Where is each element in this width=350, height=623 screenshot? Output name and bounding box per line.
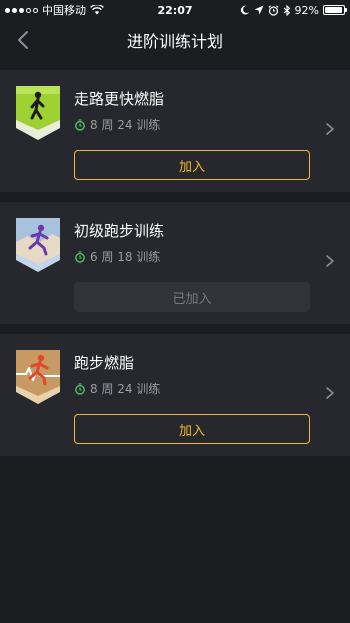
plan-title: 跑步燃脂 bbox=[74, 354, 135, 372]
chevron-right-icon[interactable] bbox=[324, 122, 336, 136]
battery-level-fill bbox=[325, 7, 342, 13]
page-title: 进阶训练计划 bbox=[126, 32, 223, 51]
status-bar: 中国移动 22:07 92% bbox=[0, 0, 350, 20]
plan-title: 初级跑步训练 bbox=[74, 222, 165, 240]
stopwatch-icon bbox=[75, 382, 85, 395]
battery-percent: 92% bbox=[294, 3, 319, 17]
bluetooth-icon bbox=[283, 4, 290, 16]
plan-duration: 8 周 24 训练 bbox=[90, 382, 161, 396]
chevron-right-icon[interactable] bbox=[324, 254, 336, 268]
plan-meta: 8 周 24 训练 bbox=[74, 380, 160, 397]
status-left: 中国移动 bbox=[5, 2, 104, 18]
alarm-clock-icon bbox=[267, 4, 279, 16]
joined-button[interactable]: 已加入 bbox=[74, 282, 310, 312]
stopwatch-icon bbox=[75, 118, 85, 131]
plan-meta: 6 周 18 训练 bbox=[74, 248, 160, 265]
wifi-icon bbox=[90, 5, 104, 15]
join-button[interactable]: 加入 bbox=[74, 414, 310, 444]
plan-list: 走路更快燃脂 8 周 24 训练 加入 初级跑步训练 6 周 18 训练 已加入… bbox=[0, 70, 350, 466]
running-figure-badge-icon bbox=[16, 218, 60, 272]
nav-bar: 进阶训练计划 bbox=[0, 20, 350, 60]
join-button[interactable]: 加入 bbox=[74, 150, 310, 180]
plan-duration: 6 周 18 训练 bbox=[90, 250, 161, 264]
chevron-left-icon[interactable] bbox=[12, 28, 36, 52]
walking-figure-badge-icon bbox=[16, 86, 60, 140]
plan-card-walk[interactable]: 走路更快燃脂 8 周 24 训练 加入 bbox=[0, 70, 350, 192]
plan-card-beginner-run[interactable]: 初级跑步训练 6 周 18 训练 已加入 bbox=[0, 202, 350, 324]
stopwatch-icon bbox=[75, 250, 85, 263]
plan-card-run-fat-burn[interactable]: 跑步燃脂 8 周 24 训练 加入 bbox=[0, 334, 350, 456]
plan-meta: 8 周 24 训练 bbox=[74, 116, 160, 133]
plan-duration: 8 周 24 训练 bbox=[90, 118, 161, 132]
moon-icon bbox=[240, 5, 249, 15]
carrier-name: 中国移动 bbox=[42, 4, 86, 17]
location-arrow-icon bbox=[254, 5, 264, 15]
running-heartbeat-badge-icon bbox=[16, 350, 60, 404]
signal-strength-icon bbox=[5, 7, 38, 13]
chevron-right-icon[interactable] bbox=[324, 386, 336, 400]
battery-icon bbox=[323, 5, 347, 15]
status-right: 92% bbox=[240, 3, 347, 17]
plan-title: 走路更快燃脂 bbox=[74, 90, 165, 108]
